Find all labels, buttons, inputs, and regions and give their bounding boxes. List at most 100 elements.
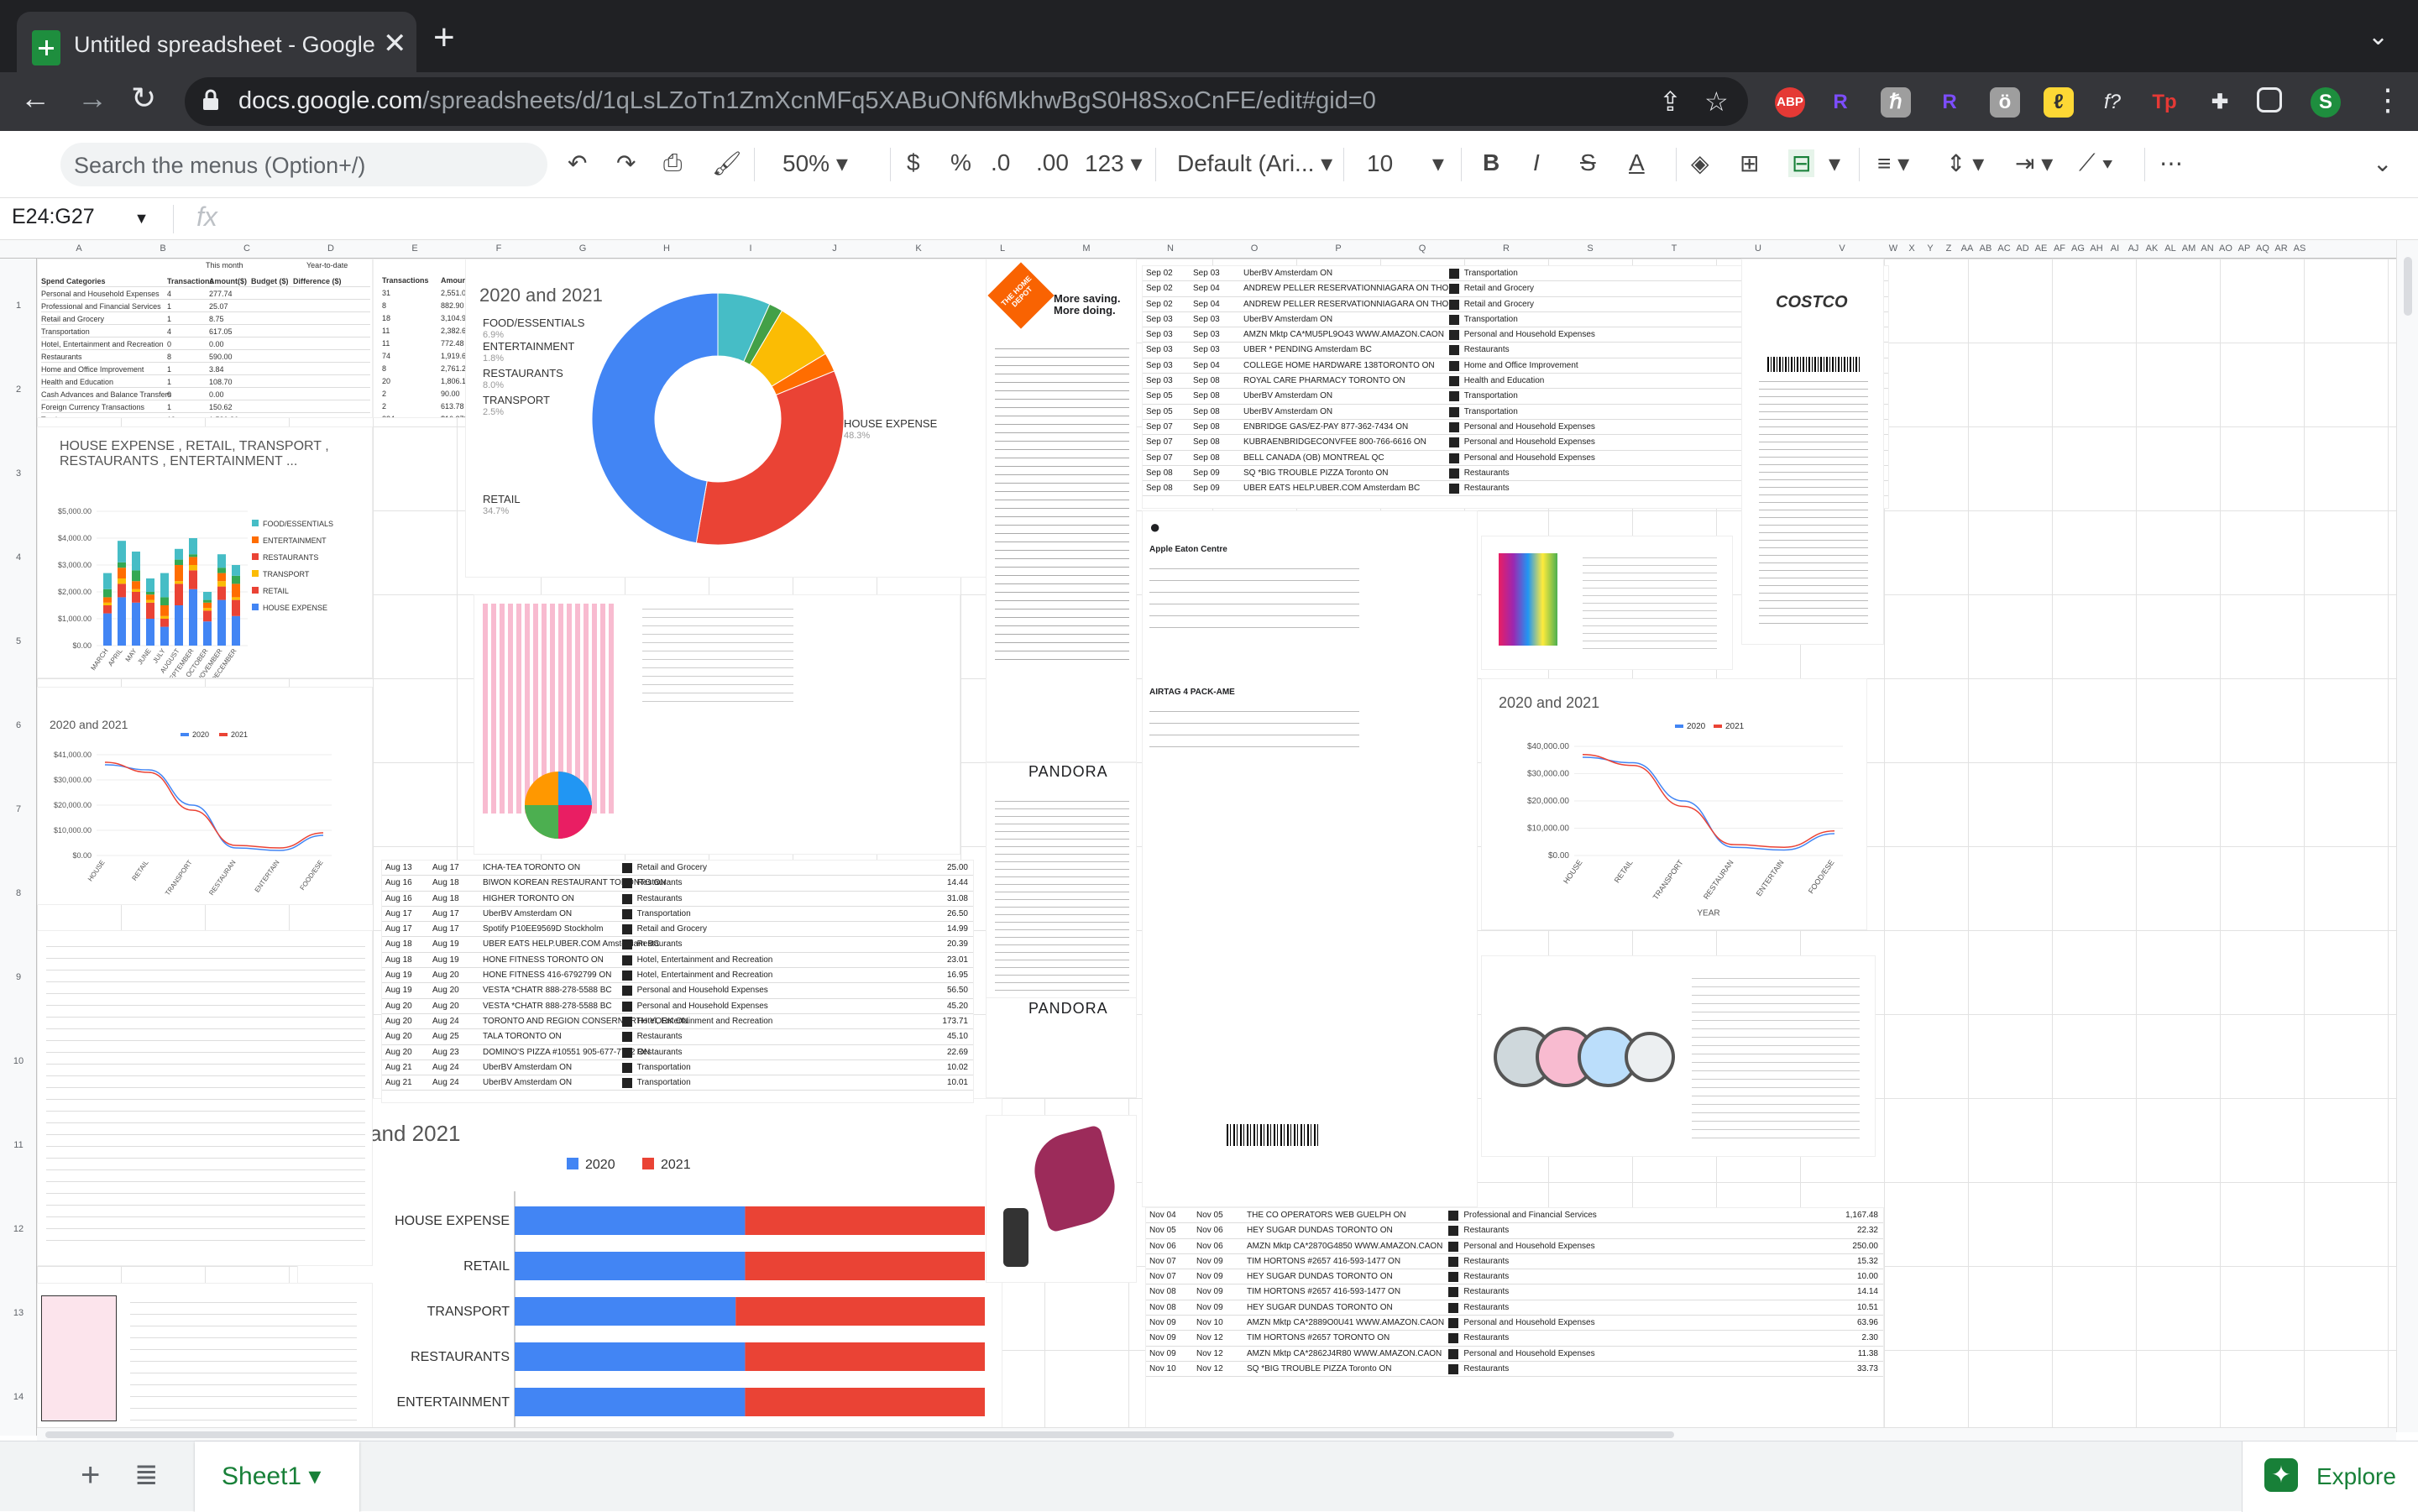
explore-button[interactable]: ✦ Explore — [2242, 1441, 2418, 1512]
row-header[interactable]: 3 — [0, 468, 37, 479]
print-icon[interactable]: ⎙ — [663, 149, 682, 177]
formula-input[interactable] — [245, 205, 2394, 233]
column-header[interactable]: Q — [1380, 243, 1464, 254]
redo-icon[interactable]: ↷ — [616, 149, 636, 177]
row-header[interactable]: 7 — [0, 804, 37, 814]
close-tab-icon[interactable]: ✕ — [383, 27, 407, 60]
row-header[interactable]: 5 — [0, 636, 37, 646]
column-header[interactable]: AF — [2050, 243, 2069, 254]
column-header[interactable]: S — [1548, 243, 1632, 254]
column-header[interactable]: X — [1902, 243, 1921, 254]
back-icon[interactable]: ← — [20, 81, 50, 116]
currency-button[interactable]: $ — [907, 149, 920, 176]
column-header[interactable]: AA — [1958, 243, 1976, 254]
undo-icon[interactable]: ↶ — [568, 149, 587, 177]
column-header[interactable]: M — [1044, 243, 1128, 254]
column-header[interactable]: N — [1128, 243, 1212, 254]
extensions-puzzle-icon[interactable]: ✚ — [2205, 87, 2235, 118]
column-header[interactable]: R — [1464, 243, 1548, 254]
scroll-thumb[interactable] — [45, 1431, 1674, 1438]
row-header[interactable]: 1 — [0, 301, 37, 311]
column-header[interactable]: AM — [2180, 243, 2198, 254]
vertical-scrollbar[interactable] — [2396, 240, 2418, 1432]
column-header[interactable]: K — [877, 243, 960, 254]
text-color-button[interactable]: A — [1629, 149, 1645, 176]
decrease-decimal-button[interactable]: .0 — [991, 149, 1010, 176]
fill-color-icon[interactable]: ◈ — [1691, 149, 1709, 177]
row-header[interactable]: 4 — [0, 552, 37, 562]
column-header[interactable]: Z — [1939, 243, 1958, 254]
column-header[interactable]: AH — [2087, 243, 2106, 254]
row-header[interactable]: 12 — [0, 1224, 37, 1234]
sheet-grid[interactable]: This month Year-to-date Spend Categories… — [37, 259, 2396, 1436]
row-header[interactable]: 6 — [0, 720, 37, 730]
column-header[interactable]: AG — [2069, 243, 2087, 254]
column-header[interactable]: AB — [1976, 243, 1995, 254]
column-header[interactable]: AK — [2143, 243, 2161, 254]
zoom-select[interactable]: 50% ▾ — [782, 149, 848, 177]
strikethrough-button[interactable]: S — [1580, 149, 1596, 176]
column-header[interactable]: E — [373, 243, 457, 254]
forward-icon[interactable]: → — [77, 81, 107, 116]
column-header[interactable]: Y — [1921, 243, 1939, 254]
menu-search-input[interactable]: Search the menus (Option+/) — [60, 143, 547, 186]
text-rotation-icon[interactable]: ⟋ ▾ — [2079, 149, 2113, 177]
extension-r2-icon[interactable]: R — [1934, 87, 1965, 118]
row-header[interactable]: 13 — [0, 1308, 37, 1318]
vertical-align-icon[interactable]: ⇕ ▾ — [1946, 149, 1984, 177]
row-header[interactable]: 2 — [0, 385, 37, 395]
all-sheets-icon[interactable]: ≣ — [134, 1458, 159, 1492]
text-wrap-icon[interactable]: ⇥ ▾ — [2015, 149, 2053, 177]
column-header[interactable]: L — [960, 243, 1044, 254]
extension-r-icon[interactable]: R — [1825, 87, 1855, 118]
column-header[interactable]: AD — [2013, 243, 2032, 254]
scroll-thumb[interactable] — [2404, 257, 2412, 316]
tab-search-chevron-icon[interactable]: ⌄ — [2368, 22, 2389, 51]
extension-fx-icon[interactable]: f? — [2097, 87, 2128, 118]
column-header[interactable]: AO — [2216, 243, 2235, 254]
adblock-icon[interactable]: ABP — [1775, 87, 1805, 118]
column-header[interactable]: J — [793, 243, 877, 254]
extension-d-icon[interactable]: ö — [1990, 87, 2020, 118]
column-header[interactable]: AP — [2235, 243, 2253, 254]
row-header[interactable]: 8 — [0, 888, 37, 898]
column-header[interactable]: G — [541, 243, 625, 254]
column-header[interactable]: U — [1716, 243, 1800, 254]
column-header[interactable]: A — [37, 243, 121, 254]
row-header[interactable]: 10 — [0, 1056, 37, 1066]
browser-menu-icon[interactable]: ⋮ — [2373, 82, 2403, 118]
extension-h-icon[interactable]: ℏ — [1881, 87, 1911, 118]
column-header[interactable]: B — [121, 243, 205, 254]
column-header[interactable]: AI — [2106, 243, 2124, 254]
column-header[interactable]: AS — [2290, 243, 2309, 254]
column-header[interactable]: AR — [2272, 243, 2290, 254]
profile-avatar[interactable]: S — [2311, 87, 2341, 118]
column-header[interactable]: P — [1296, 243, 1380, 254]
column-header[interactable]: T — [1632, 243, 1716, 254]
more-formats-button[interactable]: 123 ▾ — [1085, 149, 1143, 177]
horizontal-scrollbar[interactable] — [37, 1427, 2396, 1441]
column-header[interactable]: AQ — [2253, 243, 2272, 254]
font-select[interactable]: Default (Ari... ▾ — [1177, 149, 1332, 177]
column-header[interactable]: AE — [2032, 243, 2050, 254]
sheet-tab[interactable]: Sheet1 ▾ — [195, 1441, 359, 1512]
percent-button[interactable]: % — [950, 149, 971, 176]
address-bar[interactable]: docs.google.com/spreadsheets/d/1qLsLZoTn… — [185, 77, 1748, 126]
new-tab-icon[interactable]: + — [433, 17, 455, 59]
column-header[interactable]: F — [457, 243, 541, 254]
column-header[interactable]: C — [205, 243, 289, 254]
reload-icon[interactable]: ↻ — [131, 81, 156, 116]
paint-format-icon[interactable]: 🖌 — [712, 149, 742, 177]
column-header[interactable]: AC — [1995, 243, 2013, 254]
row-header[interactable]: 9 — [0, 972, 37, 982]
horizontal-align-icon[interactable]: ≡ ▾ — [1877, 149, 1909, 177]
column-header[interactable]: O — [1212, 243, 1296, 254]
bookmark-star-icon[interactable]: ☆ — [1704, 86, 1729, 118]
column-header[interactable]: W — [1884, 243, 1902, 254]
extension-tp-icon[interactable]: Tp — [2149, 87, 2180, 118]
column-header[interactable]: H — [625, 243, 709, 254]
column-header[interactable]: D — [289, 243, 373, 254]
more-options-icon[interactable]: ⋯ — [2159, 149, 2183, 177]
column-header[interactable]: AJ — [2124, 243, 2143, 254]
column-header[interactable]: AL — [2161, 243, 2180, 254]
